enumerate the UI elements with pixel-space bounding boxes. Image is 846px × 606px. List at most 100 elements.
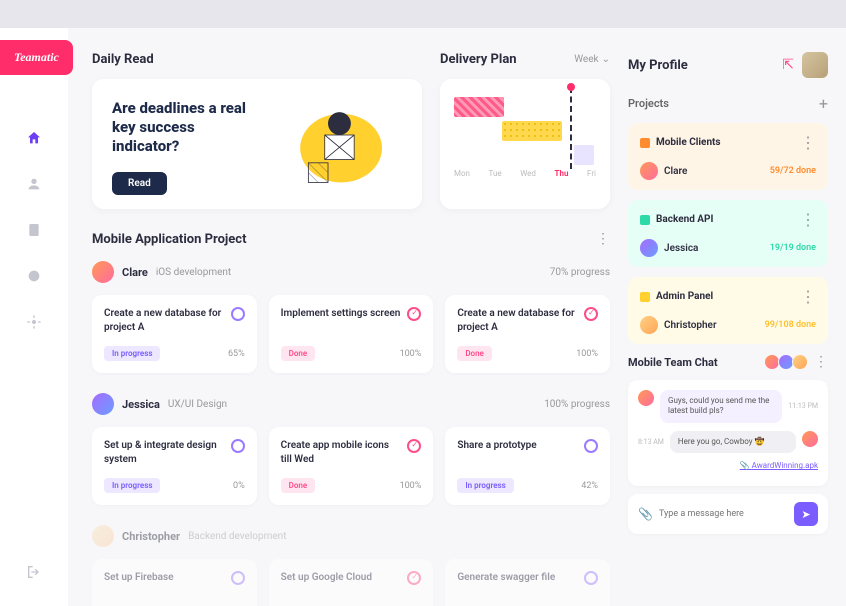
project-stat: 99/108 done — [765, 320, 816, 330]
project-member: Christopher — [664, 320, 759, 331]
task-card[interactable]: Implement settings screen Done 100% — [269, 295, 434, 373]
project-more-icon[interactable]: ⋮ — [800, 287, 816, 306]
task-card[interactable]: Create a new database for project A In p… — [92, 295, 257, 373]
chat-input-bar: 📎 ➤ — [628, 494, 828, 534]
member-name: Christopher — [122, 530, 180, 543]
task-status-icon[interactable] — [231, 307, 245, 321]
sidebar: Teamatic — [0, 28, 68, 606]
chat-participants[interactable]: ⋮ — [768, 354, 828, 370]
gantt-bar — [502, 121, 562, 141]
task-title: Share a prototype — [457, 439, 536, 453]
task-title: Set up Firebase — [104, 571, 174, 585]
project-color-icon — [640, 138, 650, 148]
member-progress: 70% progress — [550, 267, 610, 278]
external-link-icon[interactable]: ⇱ — [782, 57, 794, 73]
task-status-icon[interactable] — [407, 571, 421, 585]
task-card[interactable]: Set up Google Cloud — [269, 559, 434, 606]
message-text: Guys, could you send me the latest build… — [660, 390, 782, 423]
task-percent: 100% — [400, 481, 422, 491]
document-icon[interactable] — [26, 222, 42, 238]
task-card[interactable]: Set up & integrate design system In prog… — [92, 427, 257, 505]
home-icon[interactable] — [26, 130, 42, 146]
send-button[interactable]: ➤ — [794, 502, 818, 526]
task-card[interactable]: Create app mobile icons till Wed Done 10… — [269, 427, 434, 505]
task-title: Create app mobile icons till Wed — [281, 439, 402, 466]
add-project-icon[interactable]: + — [819, 94, 828, 113]
task-status-icon[interactable] — [407, 439, 421, 453]
task-card[interactable]: Create a new database for project A Done… — [445, 295, 610, 373]
delivery-card: MonTueWedThuFri — [440, 79, 610, 209]
task-card[interactable]: Set up Firebase — [92, 559, 257, 606]
range-selector[interactable]: Week ⌄ — [574, 54, 610, 65]
task-card[interactable]: Generate swagger file — [445, 559, 610, 606]
settings-icon[interactable] — [26, 314, 42, 330]
chat-title: Mobile Team Chat — [628, 356, 718, 369]
project-more-icon[interactable]: ⋮ — [800, 210, 816, 229]
attach-icon[interactable]: 📎 — [638, 507, 653, 521]
day-axis: MonTueWedThuFri — [454, 169, 596, 178]
status-badge: In progress — [457, 478, 513, 493]
status-badge: In progress — [104, 478, 160, 493]
status-badge: In progress — [104, 346, 160, 361]
message-avatar — [802, 431, 818, 447]
message-text: Here you go, Cowboy 🤠 — [670, 431, 796, 453]
chat-message: Guys, could you send me the latest build… — [638, 390, 818, 423]
project-member-avatar — [640, 239, 658, 257]
gantt-chart — [454, 93, 596, 165]
task-percent: 42% — [581, 481, 598, 491]
project-title: Mobile Application Project — [92, 232, 246, 247]
chat-message: Here you go, Cowboy 🤠 8:13 AM — [638, 431, 818, 453]
project-name: Admin Panel — [656, 291, 794, 302]
project-more-icon[interactable]: ⋮ — [800, 133, 816, 152]
member-row: Jessica UX/UI Design 100% progress — [92, 393, 610, 415]
attachment-link[interactable]: AwardWinning.apk — [638, 461, 818, 470]
project-stat: 59/72 done — [770, 166, 816, 176]
task-title: Create a new database for project A — [104, 307, 225, 334]
task-status-icon[interactable] — [231, 571, 245, 585]
project-card[interactable]: Backend API ⋮ Jessica 19/19 done — [628, 200, 828, 267]
member-row: Christopher Backend development — [92, 525, 610, 547]
window-titlebar — [0, 0, 846, 28]
task-status-icon[interactable] — [407, 307, 421, 321]
brand-logo[interactable]: Teamatic — [0, 40, 73, 75]
member-avatar[interactable] — [92, 525, 114, 547]
project-stat: 19/19 done — [770, 243, 816, 253]
chat-box: Guys, could you send me the latest build… — [628, 380, 828, 486]
task-status-icon[interactable] — [584, 571, 598, 585]
daily-read-card: Are deadlines a real key success indicat… — [92, 79, 422, 209]
chat-more-icon[interactable]: ⋮ — [814, 354, 828, 370]
project-color-icon — [640, 292, 650, 302]
delivery-plan-title: Delivery Plan — [440, 52, 517, 67]
task-percent: 0% — [233, 481, 245, 491]
daily-illustration — [272, 99, 402, 189]
project-card[interactable]: Admin Panel ⋮ Christopher 99/108 done — [628, 277, 828, 344]
task-percent: 100% — [400, 349, 422, 359]
task-status-icon[interactable] — [584, 439, 598, 453]
status-badge: Done — [281, 346, 316, 361]
daily-headline: Are deadlines a real key success indicat… — [112, 99, 262, 155]
chevron-down-icon: ⌄ — [602, 54, 610, 65]
project-member: Jessica — [664, 243, 764, 254]
project-name: Mobile Clients — [656, 137, 794, 148]
chat-input[interactable] — [659, 509, 788, 519]
chart-icon[interactable] — [26, 268, 42, 284]
task-percent: 100% — [576, 349, 598, 359]
member-role: iOS development — [156, 267, 231, 278]
project-color-icon — [640, 215, 650, 225]
task-card[interactable]: Share a prototype In progress 42% — [445, 427, 610, 505]
project-member-avatar — [640, 316, 658, 334]
member-avatar[interactable] — [92, 261, 114, 283]
user-icon[interactable] — [26, 176, 42, 192]
member-avatar[interactable] — [92, 393, 114, 415]
read-button[interactable]: Read — [112, 172, 167, 195]
gantt-bar — [574, 145, 594, 165]
project-card[interactable]: Mobile Clients ⋮ Clare 59/72 done — [628, 123, 828, 190]
task-status-icon[interactable] — [231, 439, 245, 453]
today-line — [570, 87, 572, 169]
projects-label: Projects — [628, 97, 669, 110]
profile-avatar[interactable] — [802, 52, 828, 78]
logout-icon[interactable] — [26, 564, 42, 580]
project-member: Clare — [664, 166, 764, 177]
project-more-icon[interactable]: ⋮ — [596, 231, 610, 247]
task-status-icon[interactable] — [584, 307, 598, 321]
